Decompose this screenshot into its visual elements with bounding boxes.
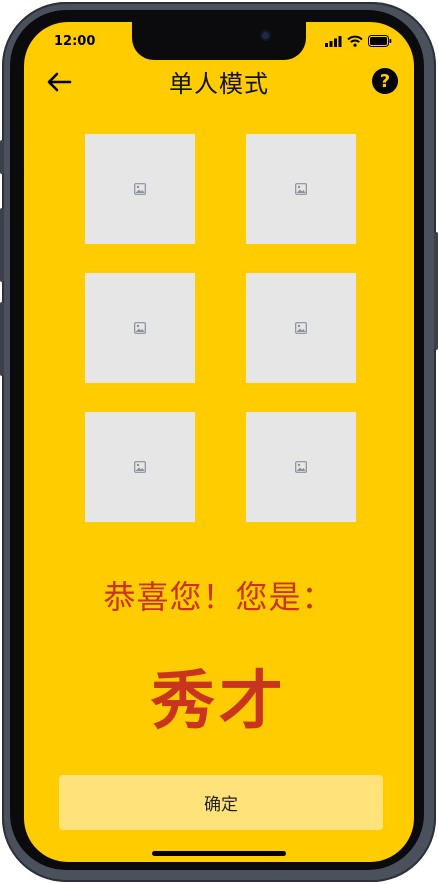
- image-tile-1[interactable]: [85, 134, 195, 244]
- wifi-icon: [347, 35, 363, 47]
- image-tile-4[interactable]: [246, 273, 356, 383]
- page-title: 单人模式: [169, 70, 269, 98]
- image-placeholder-icon: [295, 183, 307, 195]
- image-placeholder-icon: [295, 322, 307, 334]
- battery-icon: [368, 35, 392, 47]
- image-tile-3[interactable]: [85, 273, 195, 383]
- power-button: [434, 232, 438, 350]
- image-placeholder-icon: [134, 183, 146, 195]
- volume-up-button: [0, 208, 4, 282]
- signal-icon: [325, 35, 342, 47]
- volume-down-button: [0, 302, 4, 376]
- congrats-message: 恭喜您！您是：: [103, 578, 335, 616]
- notch: [132, 22, 306, 60]
- rank-title: 秀才: [151, 665, 287, 739]
- silent-switch: [0, 140, 4, 174]
- image-placeholder-icon: [134, 322, 146, 334]
- image-placeholder-icon: [134, 461, 146, 473]
- image-tile-2[interactable]: [246, 134, 356, 244]
- app-screen: 12:00 单人模式 ? 恭喜您！您是： 秀才 确定: [24, 22, 414, 862]
- front-camera: [260, 30, 271, 41]
- status-time: 12:00: [54, 34, 96, 49]
- image-placeholder-icon: [295, 461, 307, 473]
- confirm-button[interactable]: 确定: [59, 775, 383, 830]
- image-tile-5[interactable]: [85, 412, 195, 522]
- home-indicator[interactable]: [152, 851, 286, 856]
- help-icon[interactable]: ?: [372, 68, 398, 94]
- status-icons: [325, 35, 392, 47]
- image-tile-6[interactable]: [246, 412, 356, 522]
